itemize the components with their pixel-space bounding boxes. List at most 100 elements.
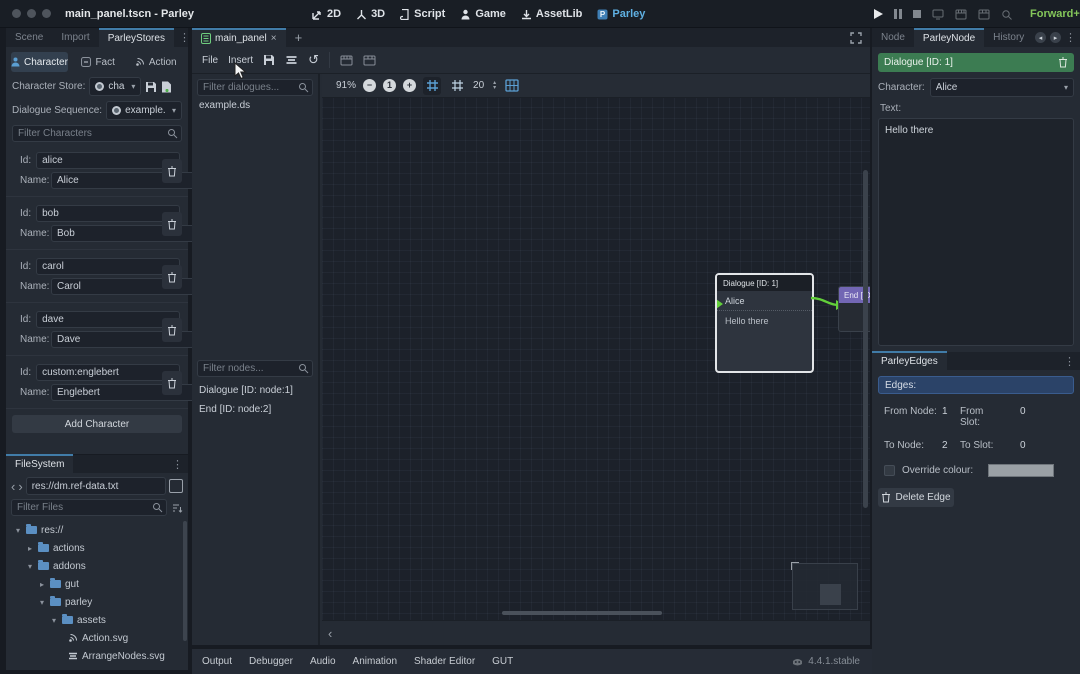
filter-files-input[interactable]	[11, 499, 167, 516]
spin-down-icon[interactable]: ▾	[493, 86, 496, 91]
tab-node[interactable]: Node	[872, 28, 914, 47]
edges-section-header[interactable]: Edges:	[878, 376, 1074, 394]
tree-item-assets[interactable]: ▾assets	[6, 611, 188, 629]
dock-options-icon[interactable]: ⋮	[1065, 31, 1076, 44]
save-button[interactable]	[263, 54, 275, 66]
grid-toggle-button[interactable]	[448, 77, 466, 95]
filter-nodes-input[interactable]	[197, 360, 313, 377]
pause-button[interactable]	[894, 9, 902, 19]
dialogue-node-title[interactable]: Dialogue [ID: 1]	[717, 275, 812, 291]
forward-icon[interactable]: ▸	[1050, 32, 1061, 43]
zoom-out-button[interactable]: −	[363, 79, 376, 92]
movie-maker-button[interactable]	[1001, 9, 1013, 20]
tree-item-addons[interactable]: ▾addons	[6, 557, 188, 575]
distraction-free-button[interactable]	[850, 32, 870, 44]
add-character-button[interactable]: Add Character	[12, 415, 182, 433]
character-id-field[interactable]	[36, 364, 180, 381]
delete-character-button[interactable]	[162, 265, 182, 289]
character-id-field[interactable]	[36, 311, 180, 328]
dialogue-text-area[interactable]: Hello there	[878, 118, 1074, 346]
dialogue-graph-node[interactable]: Dialogue [ID: 1] Alice Hello there	[715, 273, 814, 373]
stop-button[interactable]	[913, 10, 921, 18]
filesystem-scrollbar[interactable]	[183, 521, 187, 641]
collapse-icon[interactable]: ▾	[26, 562, 34, 571]
character-id-field[interactable]	[36, 258, 180, 275]
bottom-tab-audio[interactable]: Audio	[310, 656, 336, 667]
remote-debug-button[interactable]	[932, 9, 944, 20]
menu-game[interactable]: Game	[460, 8, 506, 20]
save-store-button[interactable]	[145, 81, 157, 93]
tree-item-action-svg[interactable]: Action.svg	[6, 629, 188, 647]
tab-parleynode[interactable]: ParleyNode	[914, 28, 984, 47]
minimap-camera[interactable]	[820, 584, 841, 605]
history-forward-icon[interactable]: ›	[18, 480, 22, 493]
minimap-toggle-button[interactable]	[503, 77, 521, 95]
bottom-tab-gut[interactable]: GUT	[492, 656, 513, 667]
test-dialogue-button[interactable]	[340, 55, 353, 66]
zoom-in-button[interactable]: +	[403, 79, 416, 92]
colour-swatch[interactable]	[988, 464, 1054, 477]
fact-store-button[interactable]: Fact	[71, 52, 126, 72]
dialogue-list-item[interactable]: example.ds	[192, 96, 318, 115]
character-id-field[interactable]	[36, 152, 180, 169]
delete-character-button[interactable]	[162, 318, 182, 342]
bottom-tab-debugger[interactable]: Debugger	[249, 656, 293, 667]
graph-minimap[interactable]	[792, 563, 858, 610]
tab-import[interactable]: Import	[52, 28, 98, 47]
delete-node-button[interactable]	[1058, 57, 1068, 68]
menu-2d[interactable]: 2D	[312, 8, 341, 20]
grid-size-value[interactable]: 20	[473, 80, 484, 91]
expand-icon[interactable]: ▸	[26, 544, 34, 553]
new-tab-button[interactable]: +	[286, 28, 312, 47]
dialogue-graph-canvas[interactable]: 91% − 1 + 20 ▴▾ Dialogue [ID: 1] Alice	[322, 74, 870, 620]
dock-options-icon[interactable]: ⋮	[167, 458, 188, 471]
sort-files-button[interactable]	[171, 502, 183, 514]
menu-3d[interactable]: 3D	[356, 8, 385, 20]
expand-icon[interactable]: ▸	[38, 580, 46, 589]
close-tab-icon[interactable]: ×	[271, 33, 277, 44]
tree-item-gut[interactable]: ▸gut	[6, 575, 188, 593]
bottom-tab-output[interactable]: Output	[202, 656, 232, 667]
collapse-panel-icon[interactable]: ‹	[328, 626, 332, 641]
action-store-button[interactable]: Action	[128, 52, 183, 72]
tree-item-actions[interactable]: ▸actions	[6, 539, 188, 557]
minimize-window-button[interactable]	[27, 9, 36, 18]
collapse-icon[interactable]: ▾	[50, 616, 58, 625]
graph-horizontal-scrollbar[interactable]	[502, 611, 662, 615]
back-icon[interactable]: ◂	[1035, 32, 1046, 43]
collapse-icon[interactable]: ▾	[14, 526, 22, 535]
close-window-button[interactable]	[12, 9, 21, 18]
zoom-window-button[interactable]	[42, 9, 51, 18]
tree-item-res[interactable]: ▾res://	[6, 521, 188, 539]
filter-dialogues-input[interactable]	[197, 79, 313, 96]
bottom-tab-animation[interactable]: Animation	[353, 656, 397, 667]
character-id-field[interactable]	[36, 205, 180, 222]
character-store-button[interactable]: Character	[11, 52, 68, 72]
dock-options-icon[interactable]: ⋮	[1059, 355, 1080, 368]
input-port-icon[interactable]	[716, 299, 723, 309]
delete-character-button[interactable]	[162, 212, 182, 236]
tree-item-parley[interactable]: ▾parley	[6, 593, 188, 611]
bottom-tab-shader-editor[interactable]: Shader Editor	[414, 656, 475, 667]
tab-scene[interactable]: Scene	[6, 28, 52, 47]
dialogue-sequence-dropdown[interactable]: example. ▾	[106, 101, 182, 120]
node-list-item[interactable]: Dialogue [ID: node:1]	[192, 381, 318, 400]
play-scene-button[interactable]	[955, 9, 967, 20]
graph-vertical-scrollbar[interactable]	[863, 170, 868, 508]
renderer-dropdown[interactable]: Forward+ ▾	[1030, 8, 1080, 20]
tree-item-arrangenodes-svg[interactable]: ArrangeNodes.svg	[6, 647, 188, 665]
filter-characters-input[interactable]	[12, 125, 182, 142]
history-back-icon[interactable]: ‹	[11, 480, 15, 493]
delete-edge-button[interactable]: Delete Edge	[878, 488, 954, 507]
tab-parleyedges[interactable]: ParleyEdges	[872, 351, 947, 370]
node-list-item[interactable]: End [ID: node:2]	[192, 400, 318, 419]
menu-parley[interactable]: P Parley	[597, 8, 645, 20]
file-menu[interactable]: File	[202, 55, 218, 66]
arrange-nodes-button[interactable]	[285, 54, 298, 66]
play-button[interactable]	[874, 9, 883, 19]
tab-main-panel[interactable]: main_panel ×	[192, 28, 286, 47]
new-store-button[interactable]	[161, 81, 172, 93]
refresh-button[interactable]: ↺	[308, 52, 319, 68]
test-dialogue-from-start-button[interactable]	[363, 55, 376, 66]
menu-assetlib[interactable]: AssetLib	[521, 8, 582, 20]
